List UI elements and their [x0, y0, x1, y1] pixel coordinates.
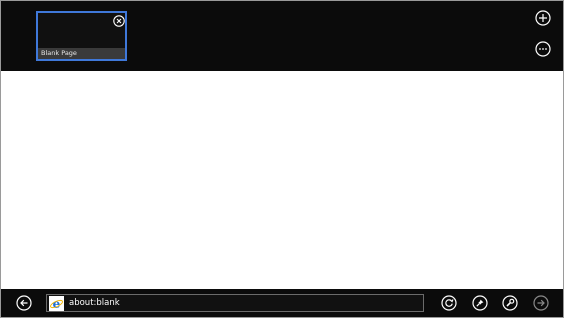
- ie-logo-icon: e: [49, 296, 64, 311]
- url-text[interactable]: about:blank: [69, 295, 120, 311]
- pin-icon[interactable]: [472, 295, 488, 311]
- address-bar[interactable]: e about:blank: [46, 294, 424, 312]
- tab-switcher-bar: Blank Page: [1, 1, 563, 71]
- page-content-area[interactable]: [1, 71, 563, 289]
- tab-title: Blank Page: [38, 48, 125, 59]
- close-tab-icon[interactable]: [113, 15, 125, 27]
- forward-arrow-icon[interactable]: [533, 295, 549, 311]
- back-arrow-icon[interactable]: [16, 295, 32, 311]
- refresh-icon[interactable]: [441, 295, 457, 311]
- navigation-bar: e about:blank: [1, 289, 563, 317]
- browser-window: Blank Page e about:blank: [0, 0, 564, 318]
- wrench-icon[interactable]: [502, 295, 518, 311]
- tab-thumbnail-blank-page[interactable]: Blank Page: [36, 11, 127, 61]
- new-tab-plus-icon[interactable]: [535, 10, 551, 26]
- tab-tools-more-icon[interactable]: [535, 41, 551, 57]
- svg-text:e: e: [53, 297, 61, 311]
